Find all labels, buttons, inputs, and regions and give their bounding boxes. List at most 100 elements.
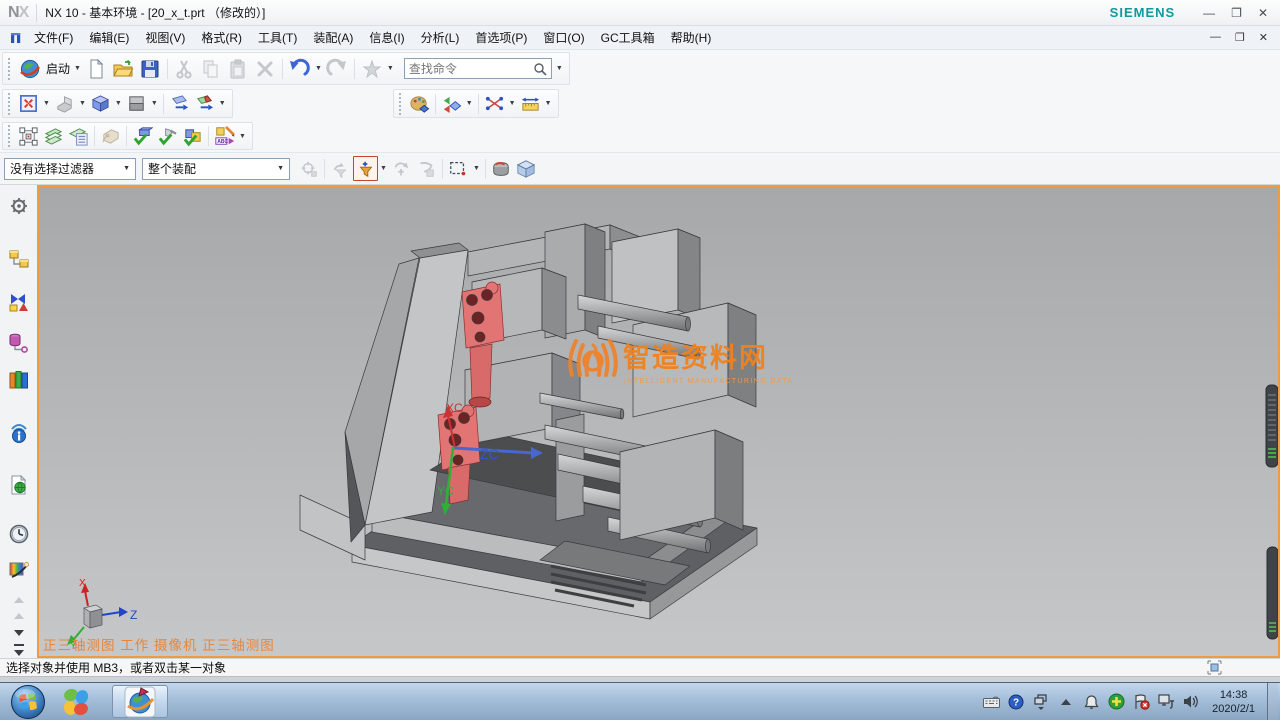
filter-dropdown-caret[interactable]: ▼ [380, 165, 387, 172]
menu-help[interactable]: 帮助(H) [663, 26, 720, 49]
scroll-down-double-icon[interactable] [6, 642, 32, 658]
layer-list-icon[interactable] [66, 124, 91, 149]
reuse-library-icon[interactable] [6, 368, 32, 393]
edit-object-display-icon[interactable] [439, 91, 464, 116]
toolbar-drag-handle[interactable] [8, 125, 12, 147]
shaded-object-icon[interactable] [489, 156, 514, 181]
highlight-filter-icon[interactable] [353, 156, 378, 181]
scroll-down-icon[interactable] [6, 627, 32, 641]
start-menu-label[interactable]: 启动 [46, 60, 70, 77]
graphics-window[interactable]: XC ZC YC X Z Y 正三轴测图 工作 摄像机 正三轴 [37, 185, 1280, 658]
show-desktop-button[interactable] [1267, 683, 1278, 720]
pinwheel-app-icon[interactable] [52, 684, 100, 720]
touch-dropdown-caret[interactable]: ▼ [387, 65, 394, 72]
child-minimize-button[interactable]: — [1210, 31, 1221, 44]
datum-dropdown-caret[interactable]: ▼ [509, 100, 516, 107]
speaker-icon[interactable] [1182, 693, 1200, 711]
open-file-icon[interactable] [110, 55, 137, 82]
undo-icon[interactable] [286, 55, 313, 82]
marquee-select-icon[interactable] [446, 156, 471, 181]
show-constraints-icon[interactable] [180, 124, 205, 149]
start-dropdown-caret[interactable]: ▼ [74, 65, 81, 72]
window-switch-icon[interactable] [1032, 693, 1050, 711]
move-component-icon[interactable] [16, 124, 41, 149]
search-icon[interactable] [533, 62, 547, 76]
taskbar-clock[interactable]: 14:38 2020/2/1 [1212, 688, 1255, 716]
history-palette-icon[interactable] [6, 472, 32, 497]
constraint-navigator-icon[interactable] [6, 289, 32, 314]
materials-palette-icon[interactable] [6, 556, 32, 581]
close-button[interactable]: ✕ [1258, 7, 1268, 19]
measure-dropdown-caret[interactable]: ▼ [545, 100, 552, 107]
minimize-button[interactable]: — [1203, 7, 1215, 19]
display-dropdown-caret[interactable]: ▼ [466, 100, 473, 107]
search-dropdown-caret[interactable]: ▼ [556, 65, 563, 72]
menu-assemblies[interactable]: 装配(A) [305, 26, 361, 49]
keyboard-icon[interactable] [982, 693, 1000, 711]
toolbar-drag-handle[interactable] [8, 93, 12, 115]
transparent-cube-icon[interactable] [514, 156, 539, 181]
status-message: 选择对象并使用 MB3，或者双击某一对象 [6, 659, 226, 676]
network-icon[interactable] [1157, 693, 1175, 711]
antivirus-icon[interactable] [1107, 693, 1125, 711]
menu-window[interactable]: 窗口(O) [535, 26, 592, 49]
view-dropdown-caret[interactable]: ▼ [115, 100, 122, 107]
clip-section-icon[interactable] [167, 91, 192, 116]
assembly-navigator-icon[interactable] [6, 246, 32, 271]
child-close-button[interactable]: ✕ [1259, 31, 1268, 44]
notification-bell-icon[interactable] [1082, 693, 1100, 711]
toolbar-drag-handle[interactable] [399, 93, 403, 115]
marquee-dropdown-caret[interactable]: ▼ [473, 165, 480, 172]
render-style-icon[interactable] [124, 91, 149, 116]
action-center-flag-icon[interactable] [1132, 693, 1150, 711]
part-navigator-icon[interactable] [6, 330, 32, 355]
mate-assembly-icon[interactable] [155, 124, 180, 149]
toolbar-drag-handle[interactable] [8, 58, 12, 80]
undo-dropdown-caret[interactable]: ▼ [315, 65, 322, 72]
help-icon[interactable]: ? [1007, 693, 1025, 711]
menu-information[interactable]: 信息(I) [361, 26, 412, 49]
style-dropdown-caret[interactable]: ▼ [151, 100, 158, 107]
menu-tools[interactable]: 工具(T) [250, 26, 305, 49]
menu-format[interactable]: 格式(R) [193, 26, 250, 49]
menu-edit[interactable]: 编辑(E) [81, 26, 137, 49]
measure-distance-icon[interactable] [518, 91, 543, 116]
true-shading-icon[interactable] [407, 91, 432, 116]
copy-icon [198, 55, 225, 82]
menu-file[interactable]: 文件(F) [26, 26, 81, 49]
search-input[interactable] [409, 62, 533, 76]
child-restore-button[interactable]: ❐ [1235, 31, 1245, 44]
save-icon[interactable] [137, 55, 164, 82]
nx-taskbar-button[interactable] [112, 685, 168, 718]
orient-view-icon[interactable] [52, 91, 77, 116]
menu-gc-toolbox[interactable]: GC工具箱 [593, 26, 663, 49]
restore-button[interactable]: ❐ [1231, 7, 1242, 19]
new-file-icon[interactable] [83, 55, 110, 82]
menu-analysis[interactable]: 分析(L) [413, 26, 468, 49]
fit-view-icon[interactable] [16, 91, 41, 116]
edit-section-icon[interactable] [192, 91, 217, 116]
web-browser-icon[interactable] [6, 421, 32, 446]
show-hidden-icons[interactable] [1057, 693, 1075, 711]
history-clock-icon[interactable] [6, 521, 32, 546]
sequence-dropdown-caret[interactable]: ▼ [239, 133, 246, 140]
selection-filter-dropdown[interactable]: 没有选择过滤器 ▼ [4, 158, 136, 180]
start-button[interactable] [4, 684, 52, 720]
assembly-constraints-icon[interactable] [130, 124, 155, 149]
menu-preferences[interactable]: 首选项(P) [467, 26, 535, 49]
taskbar: ? 14:38 2 [0, 682, 1280, 720]
isometric-view-icon[interactable] [88, 91, 113, 116]
layer-settings-icon[interactable] [41, 124, 66, 149]
window-resize-icon[interactable] [1207, 660, 1222, 675]
selection-scope-dropdown[interactable]: 整个装配 ▼ [142, 158, 290, 180]
section-dropdown-caret[interactable]: ▼ [219, 100, 226, 107]
roles-gear-icon[interactable] [6, 193, 32, 218]
launch-icon[interactable] [16, 55, 43, 82]
orient-dropdown-caret[interactable]: ▼ [79, 100, 86, 107]
scroll-handle-upper[interactable] [1266, 385, 1278, 467]
menu-view[interactable]: 视图(V) [137, 26, 193, 49]
fit-dropdown-caret[interactable]: ▼ [43, 100, 50, 107]
assembly-sequence-icon[interactable]: ABC [212, 124, 237, 149]
scroll-handle-lower[interactable] [1267, 547, 1278, 639]
datum-display-icon[interactable] [482, 91, 507, 116]
